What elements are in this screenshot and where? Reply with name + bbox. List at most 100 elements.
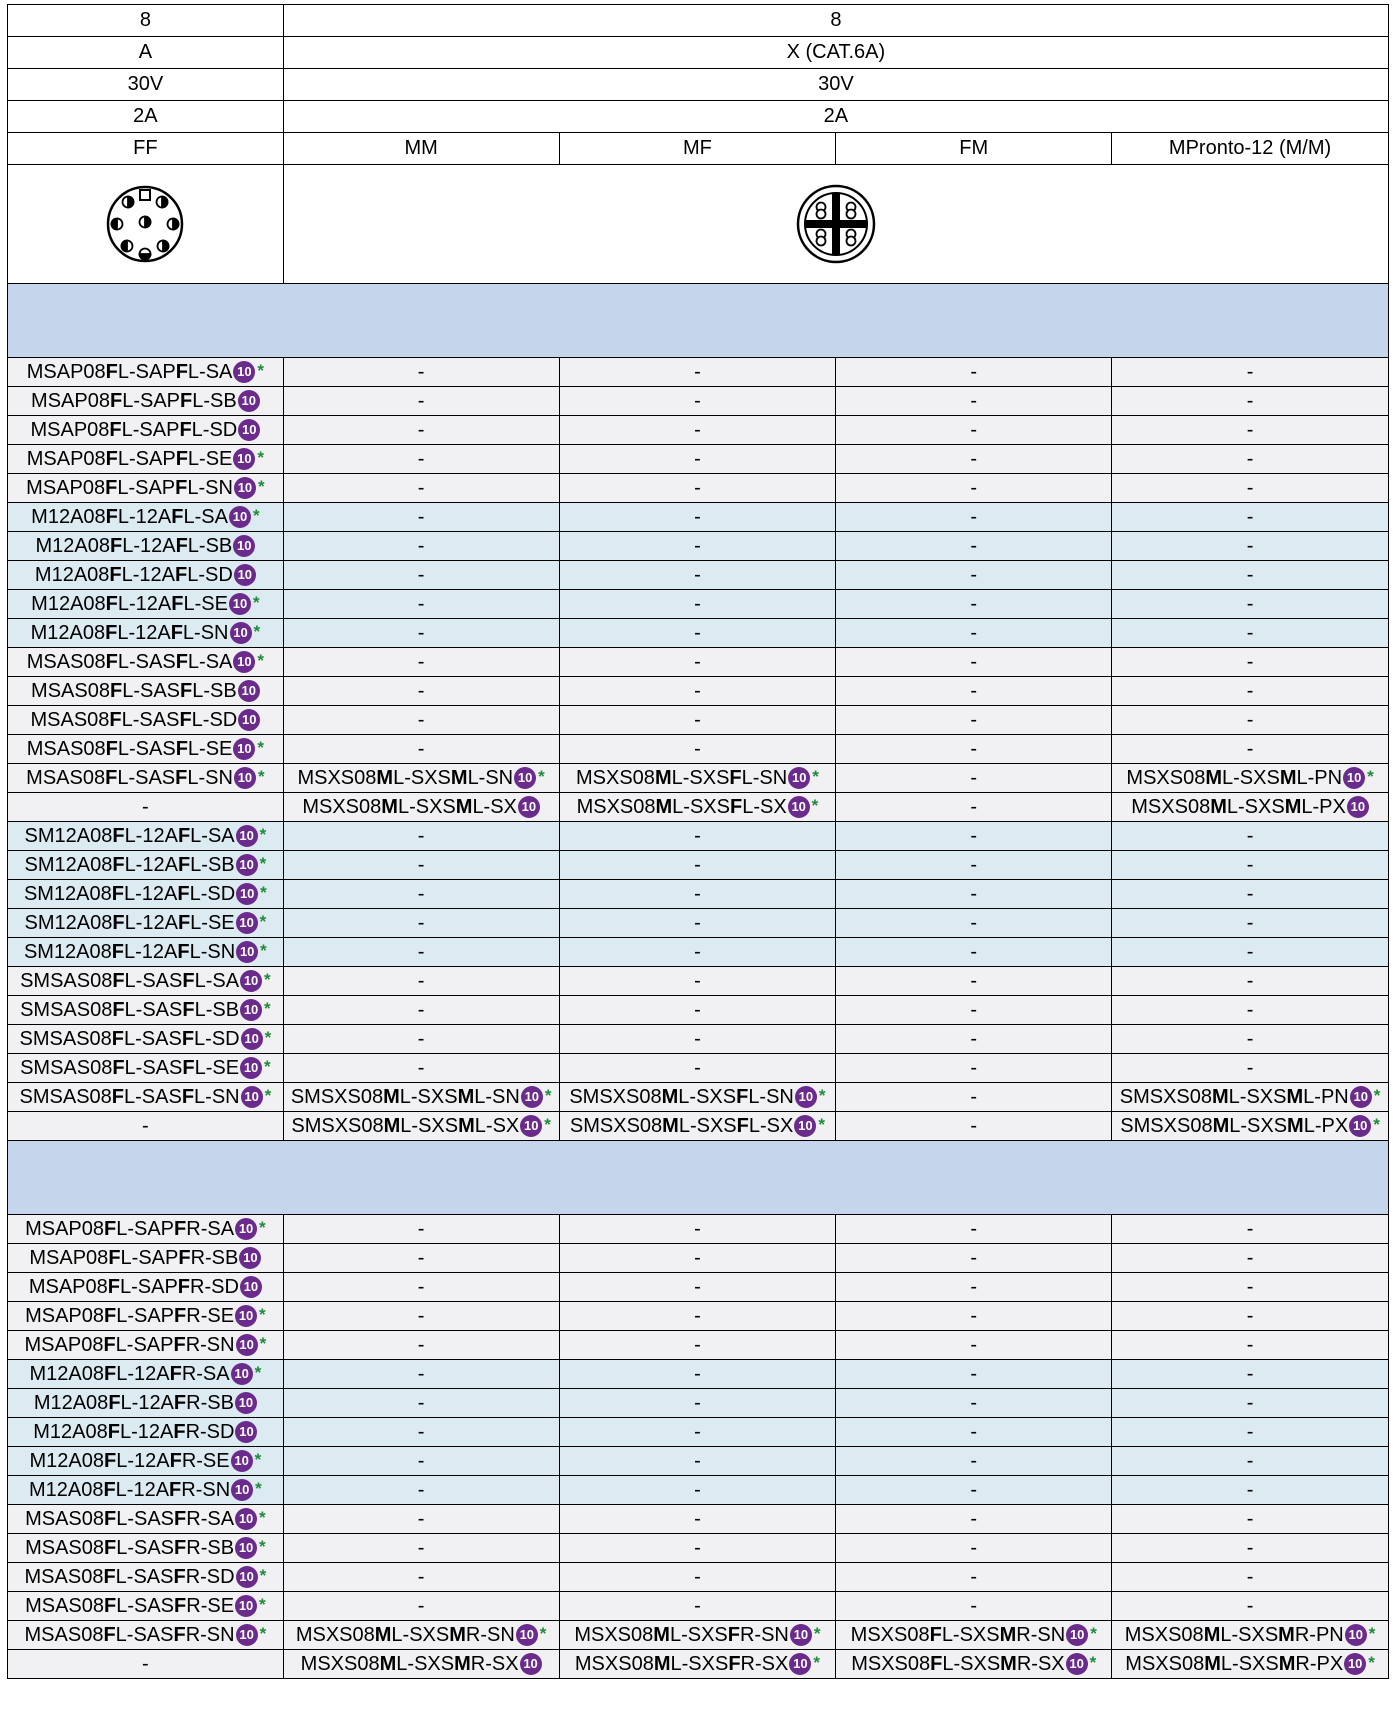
empty-cell: -: [835, 995, 1113, 1025]
section-band: [7, 283, 1389, 358]
empty-cell: -: [1111, 908, 1389, 938]
empty-cell: -: [282, 357, 560, 387]
part-number-segment: M12A08: [29, 1449, 105, 1472]
coding-right: X (CAT.6A): [282, 36, 1390, 69]
part-number: MSAS08FL-SASFR-SA: [25, 1508, 234, 1530]
badge-10-icon: 10: [240, 999, 263, 1022]
part-number-segment: ML-SX: [458, 1114, 520, 1137]
part-number-segment: MSAP08: [26, 360, 106, 383]
table-row: MSAS08FL-SASFL-SE 10 * - - - -: [7, 734, 1389, 764]
star-marker: *: [538, 766, 545, 786]
part-number-cell: M12A08FL-12AFL-SE 10 *: [7, 589, 284, 619]
empty-cell: -: [835, 1504, 1113, 1534]
badge-10-icon: 10: [229, 622, 252, 645]
part-number-cell: M12A08FL-12AFR-SA 10 *: [7, 1359, 284, 1389]
badge-10-icon: 10: [233, 448, 256, 471]
part-number-cell: MSAP08FL-SAPFL-SB 10: [7, 386, 284, 416]
section-band-cell: [7, 1140, 1389, 1215]
part-number-cell: SMSXS08ML-SXSML-PX 10 *: [1111, 1111, 1389, 1141]
table-row: MSAP08FL-SAPFL-SD 10- - - -: [7, 415, 1389, 445]
part-number-cell: SMSXS08ML-SXSFL-SN 10 *: [558, 1082, 837, 1112]
badge-10-icon: 10: [517, 796, 540, 819]
empty-cell: -: [1111, 357, 1389, 387]
part-number-segment: MSAP08: [24, 1333, 104, 1356]
part-number-segment: FR-SN: [169, 1478, 231, 1501]
part-number-cell: SMSAS08FL-SASFL-SE 10 *: [7, 1053, 284, 1083]
table-row: SM12A08FL-12AFL-SD 10 * - - - -: [7, 879, 1389, 909]
empty-cell: -: [558, 1475, 837, 1505]
part-number-segment: FL-12A: [107, 1420, 174, 1443]
a-coded-connector-cell: [7, 164, 284, 284]
part-number-segment: FL-SAS: [109, 708, 180, 731]
section-band-cell: [7, 283, 1389, 358]
star-marker: *: [544, 1085, 552, 1105]
m12-x-coded-connector-icon: [796, 184, 876, 264]
empty-cell: -: [282, 531, 560, 561]
part-number-segment: FL-SN: [729, 766, 788, 789]
part-number-segment: ML-PN: [1279, 766, 1343, 789]
part-number-segment: FL-SAS: [105, 737, 176, 760]
part-number: MSAP08FL-SAPFR-SB: [29, 1247, 238, 1269]
table-row: M12A08FL-12AFR-SN 10 * - - - -: [7, 1475, 1389, 1505]
part-number-segment: FL-SE: [175, 737, 233, 760]
empty-cell: -: [282, 473, 560, 503]
empty-cell: -: [282, 1359, 560, 1389]
empty-cell: -: [558, 1504, 837, 1534]
empty-cell: -: [835, 1214, 1113, 1244]
star-marker: *: [254, 1449, 262, 1469]
part-number-segment: ML-SXS: [662, 1114, 737, 1137]
part-number: MSXS08ML-SXSFR-SX: [575, 1653, 788, 1675]
empty-cell: -: [835, 1533, 1113, 1563]
part-number-cell: MSAS08FL-SASFR-SB 10 *: [7, 1533, 284, 1563]
empty-cell: -: [558, 676, 837, 706]
part-number-cell: SM12A08FL-12AFL-SN 10 *: [7, 937, 284, 967]
table-row: M12A08FL-12AFL-SB 10- - - -: [7, 531, 1389, 561]
badge-10-icon: 10: [789, 1653, 812, 1676]
part-number-segment: FL-SD: [179, 418, 238, 441]
part-number-segment: FL-12A: [112, 853, 178, 876]
badge-10-icon: 10: [230, 1450, 253, 1473]
part-number-segment: MSXS08: [1124, 1623, 1204, 1646]
table-row: SMSAS08FL-SASFL-SD 10 * - - - -: [7, 1024, 1389, 1054]
part-number-segment: FL-SD: [181, 1027, 240, 1050]
part-number-segment: FR-SB: [174, 1536, 235, 1559]
empty-cell: -: [282, 415, 560, 445]
part-number-segment: FL-SX: [729, 795, 787, 818]
part-number: MSXS08ML-SXSMR-PX: [1125, 1653, 1343, 1675]
star-marker: *: [818, 1085, 826, 1105]
empty-cell: -: [282, 386, 560, 416]
part-number-cell: MSXS08ML-SXSFL-SN 10 *: [558, 763, 837, 793]
part-number-segment: ML-SXS: [653, 1652, 729, 1675]
empty-cell: -: [835, 1562, 1113, 1592]
part-number: MSAP08FL-SAPFL-SD: [30, 419, 237, 441]
part-number-segment: FL-SN: [170, 621, 229, 644]
part-number-segment: SMSAS08: [20, 1056, 113, 1079]
empty-cell: -: [558, 1446, 837, 1476]
badge-10-icon: 10: [233, 651, 256, 674]
part-number-segment: FL-SAS: [104, 1536, 175, 1559]
part-number-segment: SM12A08: [23, 882, 112, 905]
badge-10-icon: 10: [236, 941, 259, 964]
empty-cell: -: [282, 444, 560, 474]
part-number-segment: MR-PN: [1278, 1623, 1344, 1646]
empty-cell: -: [835, 647, 1113, 677]
part-number-segment: FL-12A: [105, 621, 171, 644]
empty-cell: -: [282, 1446, 560, 1476]
empty-cell: -: [1111, 473, 1389, 503]
part-number-cell: MSXS08ML-SXSMR-PX 10 *: [1111, 1649, 1389, 1679]
part-number-cell: MSAP08FL-SAPFR-SN 10 *: [7, 1330, 284, 1360]
badge-10-icon: 10: [235, 1305, 258, 1328]
part-number-segment: FL-SE: [182, 1056, 240, 1079]
star-marker: *: [264, 1027, 272, 1047]
voltage-row: 30V 30V: [7, 68, 1390, 101]
empty-cell: -: [7, 1649, 284, 1679]
empty-cell: -: [1111, 589, 1389, 619]
empty-cell: -: [282, 1301, 560, 1331]
empty-cell: -: [1111, 879, 1389, 909]
part-number: MSXS08FL-SXSMR-SX: [851, 1653, 1064, 1675]
part-number: MSAS08FL-SASFR-SB: [25, 1537, 234, 1559]
pin-count-right: 8: [282, 4, 1390, 37]
part-number-segment: FL-SD: [175, 563, 233, 586]
part-number-segment: FL-12A: [105, 592, 172, 615]
empty-cell: -: [835, 1359, 1113, 1389]
